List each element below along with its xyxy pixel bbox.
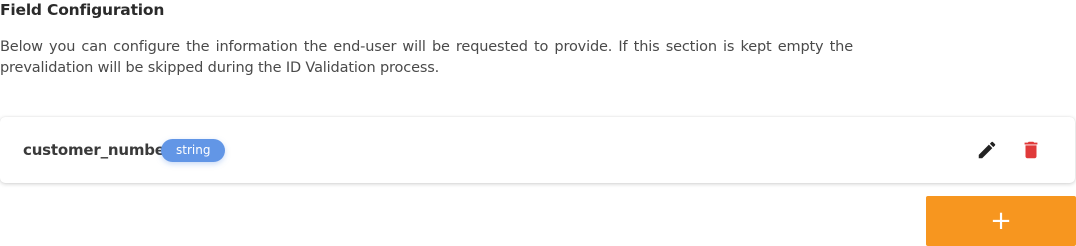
edit-field-button[interactable] xyxy=(974,137,1000,163)
field-type-badge: string xyxy=(161,139,226,162)
delete-field-button[interactable] xyxy=(1018,137,1044,163)
section-title: Field Configuration xyxy=(0,1,165,19)
field-name: customer_number xyxy=(23,141,172,159)
field-configuration-page: Field Configuration Below you can config… xyxy=(0,0,1076,246)
section-description: Below you can configure the information … xyxy=(0,39,853,76)
field-row: customer_number string xyxy=(0,117,1075,183)
pencil-icon xyxy=(978,141,996,159)
add-field-button[interactable]: + xyxy=(926,196,1076,246)
trash-icon xyxy=(1024,141,1038,159)
